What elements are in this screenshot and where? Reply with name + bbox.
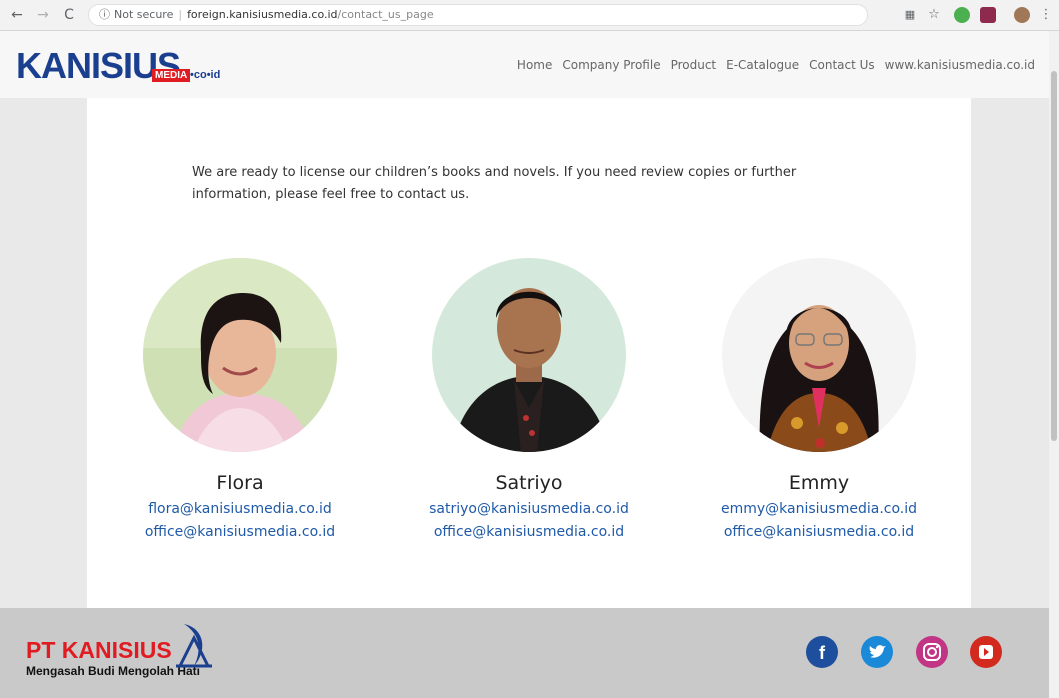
nav-website-link[interactable]: www.kanisiusmedia.co.id [885,58,1035,72]
office-email-link[interactable]: office@kanisiusmedia.co.id [120,521,360,544]
extension-icon[interactable] [980,7,996,23]
avatar-satriyo [432,258,626,452]
avatar-emmy [722,258,916,452]
scroll-thumb[interactable] [1051,71,1057,441]
info-icon[interactable]: ⓘ [99,8,110,21]
contact-email-link[interactable]: satriyo@kanisiusmedia.co.id [409,498,649,521]
instagram-icon[interactable] [916,636,948,668]
profile-avatar-icon[interactable] [1014,7,1030,23]
url-host: foreign.kanisiusmedia.co.id [187,8,338,21]
main-nav: Home Company Profile Product E-Catalogue… [517,58,1035,72]
footer-emblem-icon [174,620,214,674]
page-scrollbar[interactable] [1049,31,1059,698]
translate-icon[interactable]: ▦ [902,7,918,23]
contact-email-link[interactable]: flora@kanisiusmedia.co.id [120,498,360,521]
contact-card-flora: Flora flora@kanisiusmedia.co.id office@k… [120,258,360,544]
site-logo-media: MEDIA [152,69,191,82]
contact-card-satriyo: Satriyo satriyo@kanisiusmedia.co.id offi… [409,258,649,544]
contact-card-emmy: Emmy emmy@kanisiusmedia.co.id office@kan… [699,258,939,544]
intro-text: We are ready to license our children’s b… [192,165,797,202]
nav-e-catalogue[interactable]: E-Catalogue [726,58,799,72]
office-email-link[interactable]: office@kanisiusmedia.co.id [699,521,939,544]
office-email-link[interactable]: office@kanisiusmedia.co.id [409,521,649,544]
nav-company-profile[interactable]: Company Profile [562,58,660,72]
youtube-icon[interactable] [970,636,1002,668]
site-footer: PT KANISIUS Mengasah Budi Mengolah Hati … [0,608,1049,698]
site-header: KANISIUS MEDIA •co•id Home Company Profi… [0,31,1049,98]
contact-name: Satriyo [495,472,563,494]
extension-globe-icon[interactable] [954,7,970,23]
contact-email-link[interactable]: emmy@kanisiusmedia.co.id [699,498,939,521]
back-icon[interactable]: ← [8,6,26,24]
nav-home[interactable]: Home [517,58,552,72]
site-logo-suffix: •co•id [190,69,221,81]
contact-name: Flora [216,472,264,494]
nav-product[interactable]: Product [671,58,717,72]
twitter-icon[interactable] [861,636,893,668]
footer-logo[interactable]: PT KANISIUS [26,638,172,662]
facebook-icon[interactable]: f [806,636,838,668]
nav-contact-us[interactable]: Contact Us [809,58,875,72]
url-separator: | [178,8,183,21]
bookmark-star-icon[interactable]: ☆ [926,7,942,23]
svg-text:f: f [819,643,826,663]
avatar-flora [143,258,337,452]
browser-toolbar: ← → C ⓘ Not secure | foreign.kanisiusmedia.… [0,0,1059,31]
security-label: Not secure [114,8,174,21]
contact-name: Emmy [788,472,850,494]
forward-icon[interactable]: → [34,6,52,24]
url-path: /contact_us_page [337,8,434,21]
address-bar[interactable]: ⓘ Not secure | foreign.kanisiusmedia.co.id/… [88,4,868,26]
contact-content: We are ready to license our children’s b… [87,98,971,608]
browser-menu-icon[interactable]: ⋮ [1038,7,1054,23]
reload-icon[interactable]: C [60,6,78,24]
